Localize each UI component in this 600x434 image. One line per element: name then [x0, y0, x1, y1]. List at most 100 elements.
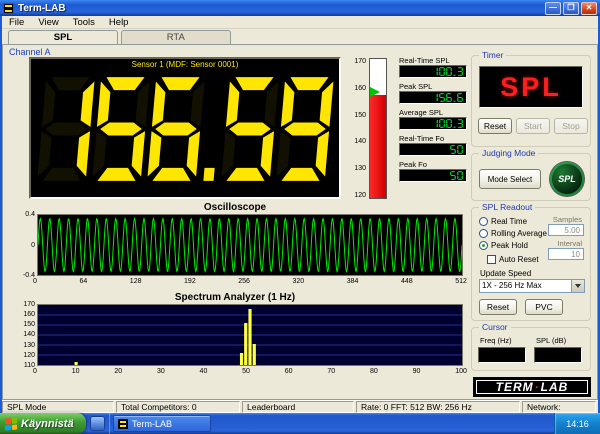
taskbar-button-term-lab[interactable]: Term-LAB	[113, 415, 211, 432]
readout-label: Real-Time Fo	[399, 134, 445, 143]
readout-lcd	[400, 170, 466, 181]
interval-label: Interval	[557, 239, 582, 248]
judging-mode-group: Judging Mode Mode Select SPL	[471, 148, 591, 201]
menu-view[interactable]: View	[31, 17, 65, 28]
start-button[interactable]: Käynnistä	[0, 413, 86, 434]
status-total-competitors: Total Competitors: 0	[116, 401, 240, 413]
term-lab-task-icon	[118, 418, 128, 429]
main-spl-display: Sensor 1 (MDF: Sensor 0001)	[29, 57, 341, 199]
meter-ticks: 170 160 150 140 130 120	[354, 58, 366, 199]
term-lab-logo: TERM · LAB	[473, 377, 591, 397]
cursor-freq-label: Freq (Hz)	[480, 336, 512, 345]
cursor-group: Cursor Freq (Hz) SPL (dB)	[471, 322, 591, 371]
readout-peak-spl: Peak SPL	[399, 82, 467, 104]
tab-rta[interactable]: RTA	[120, 30, 231, 44]
pvc-button[interactable]: PVC	[525, 299, 563, 315]
status-spl-mode: SPL Mode	[2, 401, 114, 413]
taskbar-button-label: Term-LAB	[132, 418, 173, 429]
radio-peak-hold[interactable]: Peak Hold	[479, 241, 528, 250]
timer-group: Timer SPL Reset Start Stop	[471, 50, 591, 147]
radio-real-time[interactable]: Real Time	[479, 217, 527, 226]
readout-lcd	[400, 118, 466, 129]
readout-peak-fo: Peak Fo	[399, 160, 467, 182]
radio-rolling-average-circle[interactable]	[479, 229, 488, 238]
readout-average-spl: Average SPL	[399, 108, 467, 130]
radio-rolling-average[interactable]: Rolling Average	[479, 229, 547, 238]
readout-label: Average SPL	[399, 108, 444, 117]
menu-help[interactable]: Help	[102, 17, 136, 28]
samples-label: Samples	[552, 215, 582, 224]
cursor-spl-label: SPL (dB)	[536, 336, 567, 345]
judging-mode-group-label: Judging Mode	[479, 148, 539, 158]
logo-term-text: TERM	[495, 380, 534, 394]
main-display-digits	[26, 69, 344, 189]
spl-readout-group: SPL Readout Real Time Rolling Average Pe…	[471, 202, 591, 321]
oscilloscope-wave	[38, 217, 462, 273]
main-panel: Channel A Sensor 1 (MDF: Sensor 0001) 17…	[2, 44, 598, 400]
update-speed-label: Update Speed	[480, 269, 532, 278]
radio-rolling-average-label: Rolling Average	[491, 229, 547, 238]
radio-real-time-circle[interactable]	[479, 217, 488, 226]
timer-reset-button[interactable]: Reset	[478, 118, 512, 134]
auto-reset-checkbox-row[interactable]: Auto Reset	[487, 255, 539, 264]
readout-label: Real-Time SPL	[399, 56, 450, 65]
spl-badge-icon: SPL	[550, 162, 584, 196]
oscilloscope-plot	[37, 214, 463, 276]
meter-bar	[369, 58, 387, 199]
quick-launch-icon[interactable]	[91, 417, 104, 430]
minimize-button[interactable]: —	[545, 1, 561, 15]
sensor-label: Sensor 1 (MDF: Sensor 0001)	[131, 60, 239, 69]
status-leaderboard: Leaderboard	[242, 401, 354, 413]
cursor-spl-lcd	[534, 347, 582, 363]
update-speed-value: 1X - 256 Hz Max	[482, 281, 542, 290]
auto-reset-checkbox[interactable]	[487, 255, 496, 264]
control-panel: Timer SPL Reset Start Stop Judging Mode …	[471, 45, 593, 399]
status-network: Network:	[522, 401, 596, 413]
menubar: File View Tools Help	[2, 16, 598, 29]
update-speed-dropdown[interactable]: 1X - 256 Hz Max	[479, 279, 585, 293]
timer-stop-button[interactable]: Stop	[554, 118, 588, 134]
window-title: Term-LAB	[18, 2, 66, 14]
spectrum-x-labels: 0 10 20 30 40 50 60 70 80 90 100	[33, 368, 467, 375]
tab-spl[interactable]: SPL	[8, 30, 118, 44]
menu-file[interactable]: File	[2, 17, 31, 28]
auto-reset-label: Auto Reset	[499, 255, 539, 264]
readout-lcd	[400, 92, 466, 103]
radio-real-time-label: Real Time	[491, 217, 528, 226]
logo-lab-text: LAB	[540, 380, 569, 394]
menu-tools[interactable]: Tools	[66, 17, 102, 28]
samples-field[interactable]: 5.00	[548, 224, 584, 236]
maximize-button[interactable]: ❐	[563, 1, 579, 15]
close-button[interactable]: ✕	[581, 1, 597, 15]
logo-dot: ·	[534, 380, 540, 394]
meter-fill	[370, 95, 386, 198]
timer-display-text: SPL	[500, 71, 562, 102]
app-icon	[3, 2, 14, 14]
taskbar-spacer	[214, 413, 554, 434]
interval-field[interactable]: 10	[548, 248, 584, 260]
tab-strip: SPL RTA	[2, 29, 598, 44]
windows-flag-icon	[5, 416, 17, 431]
status-bar: SPL Mode Total Competitors: 0 Leaderboar…	[2, 400, 598, 413]
osc-x-labels: 0 64 128 192 256 320 384 448 512	[33, 278, 467, 285]
channel-label: Channel A	[9, 47, 51, 57]
cursor-freq-digits	[479, 348, 525, 362]
oscilloscope-title: Oscilloscope	[203, 202, 267, 213]
spl-readout-reset-button[interactable]: Reset	[479, 299, 517, 315]
readout-lcd	[400, 144, 466, 155]
readout-label: Peak SPL	[399, 82, 433, 91]
window-frame: File View Tools Help SPL RTA Channel A S…	[0, 16, 600, 413]
timer-display: SPL	[479, 66, 583, 108]
term-lab-window: Term-LAB — ❐ ✕ File View Tools Help SPL …	[0, 0, 600, 434]
radio-peak-hold-circle[interactable]	[479, 241, 488, 250]
window-controls: — ❐ ✕	[545, 1, 597, 15]
spectrum-bars	[38, 309, 462, 365]
chevron-down-icon[interactable]	[571, 280, 584, 292]
timer-start-button[interactable]: Start	[516, 118, 550, 134]
tray-clock: 14:16	[566, 418, 589, 429]
titlebar: Term-LAB — ❐ ✕	[0, 0, 600, 16]
mode-select-button[interactable]: Mode Select	[479, 169, 541, 189]
readout-lcd	[400, 66, 466, 77]
cursor-spl-digits	[535, 348, 581, 362]
meter-peak-marker	[370, 87, 380, 98]
